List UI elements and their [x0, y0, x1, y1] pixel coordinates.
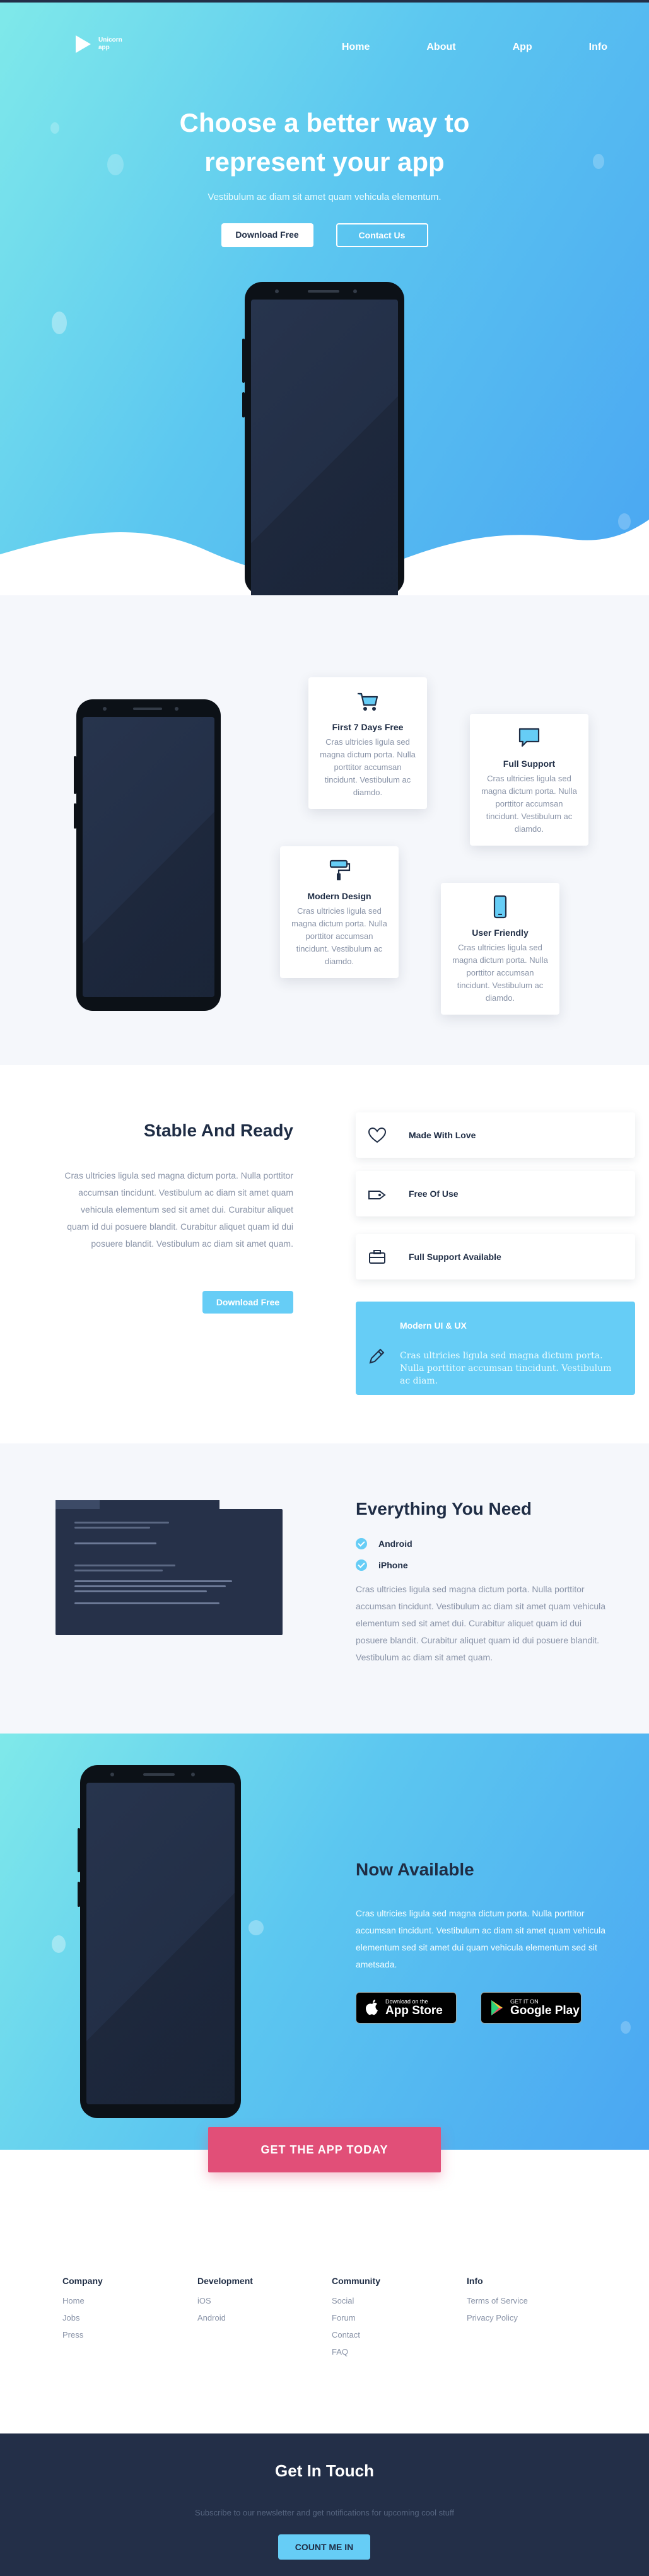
feature-title: Modern Design: [307, 891, 371, 901]
feature-item-text: Cras ultricies ligula sed magna dictum p…: [400, 1351, 612, 1386]
footer-link[interactable]: Press: [62, 2326, 103, 2343]
check-item: Android: [356, 1538, 412, 1549]
section-text: Cras ultricies ligula sed magna dictum p…: [356, 1584, 606, 1662]
decor-bubble: [52, 1935, 66, 1953]
feature-item-title: Modern UI & UX: [400, 1320, 467, 1331]
hero-subtitle: Vestibulum ac diam sit amet quam vehicul…: [208, 192, 441, 202]
nav-info[interactable]: Info: [589, 42, 607, 53]
contact-title: Get In Touch: [275, 2461, 374, 2480]
nav-links: Home About App Info: [285, 42, 607, 53]
footer-link[interactable]: Android: [197, 2309, 253, 2326]
google-play-icon: [491, 2000, 503, 2015]
smartphone-icon: [493, 895, 507, 919]
feature-item[interactable]: Made With Love: [356, 1112, 635, 1158]
feature-card: Full Support Cras ultricies ligula sed m…: [470, 714, 588, 846]
brand-name: Unicorn: [98, 37, 122, 44]
paint-roller-icon: [329, 860, 351, 880]
nav-about[interactable]: About: [426, 42, 455, 53]
section-title: Now Available: [356, 1860, 474, 1879]
nav-home[interactable]: Home: [342, 42, 370, 53]
footer-column-info: Info Terms of Service Privacy Policy: [467, 2276, 528, 2326]
tag-icon: [368, 1191, 386, 1199]
play-logo-icon: [76, 35, 91, 53]
feature-item-label: Full Support Available: [409, 1252, 501, 1262]
decor-bubble: [248, 1920, 264, 1935]
feature-text: Cras ultricies ligula sed magna dictum p…: [452, 943, 548, 1003]
footer-column-company: Company Home Jobs Press: [62, 2276, 103, 2343]
google-play-badge[interactable]: GET IT ON Google Play: [481, 1992, 582, 2024]
logo[interactable]: Unicorn app: [76, 35, 122, 53]
feature-card: User Friendly Cras ultricies ligula sed …: [441, 883, 559, 1015]
footer-links: Company Home Jobs Press Development iOS …: [0, 2276, 649, 2433]
feature-title: Full Support: [503, 759, 556, 769]
chat-icon: [518, 728, 540, 747]
feature-card: First 7 Days Free Cras ultricies ligula …: [308, 677, 427, 809]
get-app-button[interactable]: GET THE APP TODAY: [208, 2127, 441, 2172]
heart-icon: [368, 1127, 387, 1143]
check-item: iPhone: [356, 1559, 408, 1571]
feature-title: First 7 Days Free: [332, 722, 404, 732]
footer-link[interactable]: Social: [332, 2292, 380, 2309]
feature-text: Cras ultricies ligula sed magna dictum p…: [291, 906, 387, 966]
stable-section: Stable And Ready Cras ultricies ligula s…: [0, 1065, 649, 1443]
footer-column-development: Development iOS Android: [197, 2276, 253, 2326]
toolbox-icon: [369, 1250, 385, 1264]
brand-suffix: app: [98, 44, 110, 51]
feature-item-label: Free Of Use: [409, 1189, 459, 1199]
footer-link[interactable]: iOS: [197, 2292, 253, 2309]
download-free-button[interactable]: Download Free: [202, 1291, 293, 1314]
section-title: Everything You Need: [356, 1499, 532, 1518]
download-free-button[interactable]: Download Free: [221, 223, 313, 247]
contact-text: Subscribe to our newsletter and get noti…: [195, 2508, 454, 2517]
phone-screen: [83, 717, 214, 997]
feature-title: User Friendly: [472, 928, 529, 938]
contact-section: Get In Touch Subscribe to our newsletter…: [0, 2433, 649, 2576]
cart-icon: [358, 692, 378, 711]
available-section: Now Available Cras ultricies ligula sed …: [0, 1734, 649, 2150]
footer-link[interactable]: Forum: [332, 2309, 380, 2326]
features-section: First 7 Days Free Cras ultricies ligula …: [0, 595, 649, 1065]
feature-item[interactable]: Full Support Available: [356, 1234, 635, 1279]
footer-link[interactable]: FAQ: [332, 2343, 380, 2360]
app-store-badge[interactable]: Download on the App Store: [356, 1992, 457, 2024]
feature-card: Modern Design Cras ultricies ligula sed …: [280, 846, 399, 978]
phone-screen: [86, 1783, 235, 2104]
section-text: Cras ultricies ligula sed magna dictum p…: [356, 1908, 606, 1969]
check-icon: [356, 1538, 367, 1549]
apple-icon: [366, 2000, 378, 2015]
navbar: Unicorn app Home About App Info: [0, 35, 649, 61]
everything-section: Everything You Need Android iPhone Cras …: [0, 1443, 649, 1734]
footer-link[interactable]: Privacy Policy: [467, 2309, 528, 2326]
feature-text: Cras ultricies ligula sed magna dictum p…: [481, 774, 577, 834]
nav-app[interactable]: App: [513, 42, 532, 53]
footer-link[interactable]: Home: [62, 2292, 103, 2309]
code-editor-illustration: [56, 1500, 283, 1635]
hero-title: Choose a better way to represent your ap…: [179, 108, 470, 177]
section-text: Cras ultricies ligula sed magna dictum p…: [64, 1170, 293, 1249]
footer-column-community: Community Social Forum Contact FAQ: [332, 2276, 380, 2360]
footer-link[interactable]: Contact: [332, 2326, 380, 2343]
hero-phone: [242, 282, 404, 595]
feature-item-active[interactable]: Modern UI & UX Cras ultricies ligula sed…: [356, 1302, 635, 1395]
speaker: [308, 290, 339, 293]
check-icon: [356, 1559, 367, 1571]
section-title: Stable And Ready: [143, 1121, 293, 1140]
subscribe-button[interactable]: COUNT ME IN: [278, 2534, 370, 2560]
pen-icon: [369, 1348, 385, 1364]
decor-bubble: [621, 2021, 631, 2034]
footer-link[interactable]: Jobs: [62, 2309, 103, 2326]
camera-icon: [275, 289, 279, 293]
decor-bubble: [52, 312, 67, 334]
available-phone: [78, 1765, 241, 2118]
feature-phone: [74, 699, 221, 1011]
contact-us-button[interactable]: Contact Us: [336, 223, 428, 247]
feature-text: Cras ultricies ligula sed magna dictum p…: [320, 737, 416, 797]
footer-link[interactable]: Terms of Service: [467, 2292, 528, 2309]
feature-item[interactable]: Free Of Use: [356, 1171, 635, 1216]
feature-item-label: Made With Love: [409, 1130, 476, 1140]
phone-screen: [251, 300, 398, 595]
hero-section: Unicorn app Home About App Info Choose a…: [0, 3, 649, 595]
